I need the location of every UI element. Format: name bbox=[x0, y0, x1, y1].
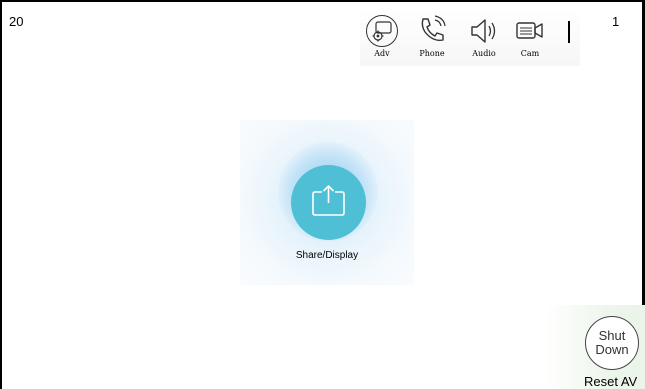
camera-icon bbox=[516, 22, 543, 39]
adv-label: Adv bbox=[374, 49, 390, 58]
cam-button[interactable]: Cam bbox=[508, 14, 552, 66]
gear-chat-icon bbox=[366, 15, 398, 47]
toolbar-divider bbox=[568, 21, 570, 43]
adv-button[interactable]: Adv bbox=[360, 14, 404, 66]
shutdown-label-line1: Shut bbox=[598, 328, 626, 343]
share-panel: Share/Display bbox=[240, 120, 414, 285]
top-toolbar: Adv Phone Audio Cam bbox=[360, 8, 580, 66]
phone-icon bbox=[421, 15, 446, 42]
share-display-label: Share/Display bbox=[295, 250, 359, 261]
share-screen-icon bbox=[312, 185, 345, 216]
phone-button[interactable]: Phone bbox=[410, 14, 454, 66]
status-number-right: 1 bbox=[612, 14, 620, 29]
audio-button[interactable]: Audio bbox=[462, 14, 506, 66]
speaker-icon bbox=[471, 19, 496, 43]
status-number-left: 20 bbox=[9, 14, 24, 29]
phone-label: Phone bbox=[419, 49, 445, 58]
shutdown-button[interactable]: Shut Down bbox=[585, 316, 639, 370]
share-display-button[interactable] bbox=[291, 165, 366, 240]
shutdown-label-line2: Down bbox=[595, 342, 629, 357]
cam-label: Cam bbox=[520, 49, 540, 58]
reset-av-label[interactable]: Reset AV bbox=[584, 374, 637, 389]
audio-label: Audio bbox=[472, 49, 496, 58]
